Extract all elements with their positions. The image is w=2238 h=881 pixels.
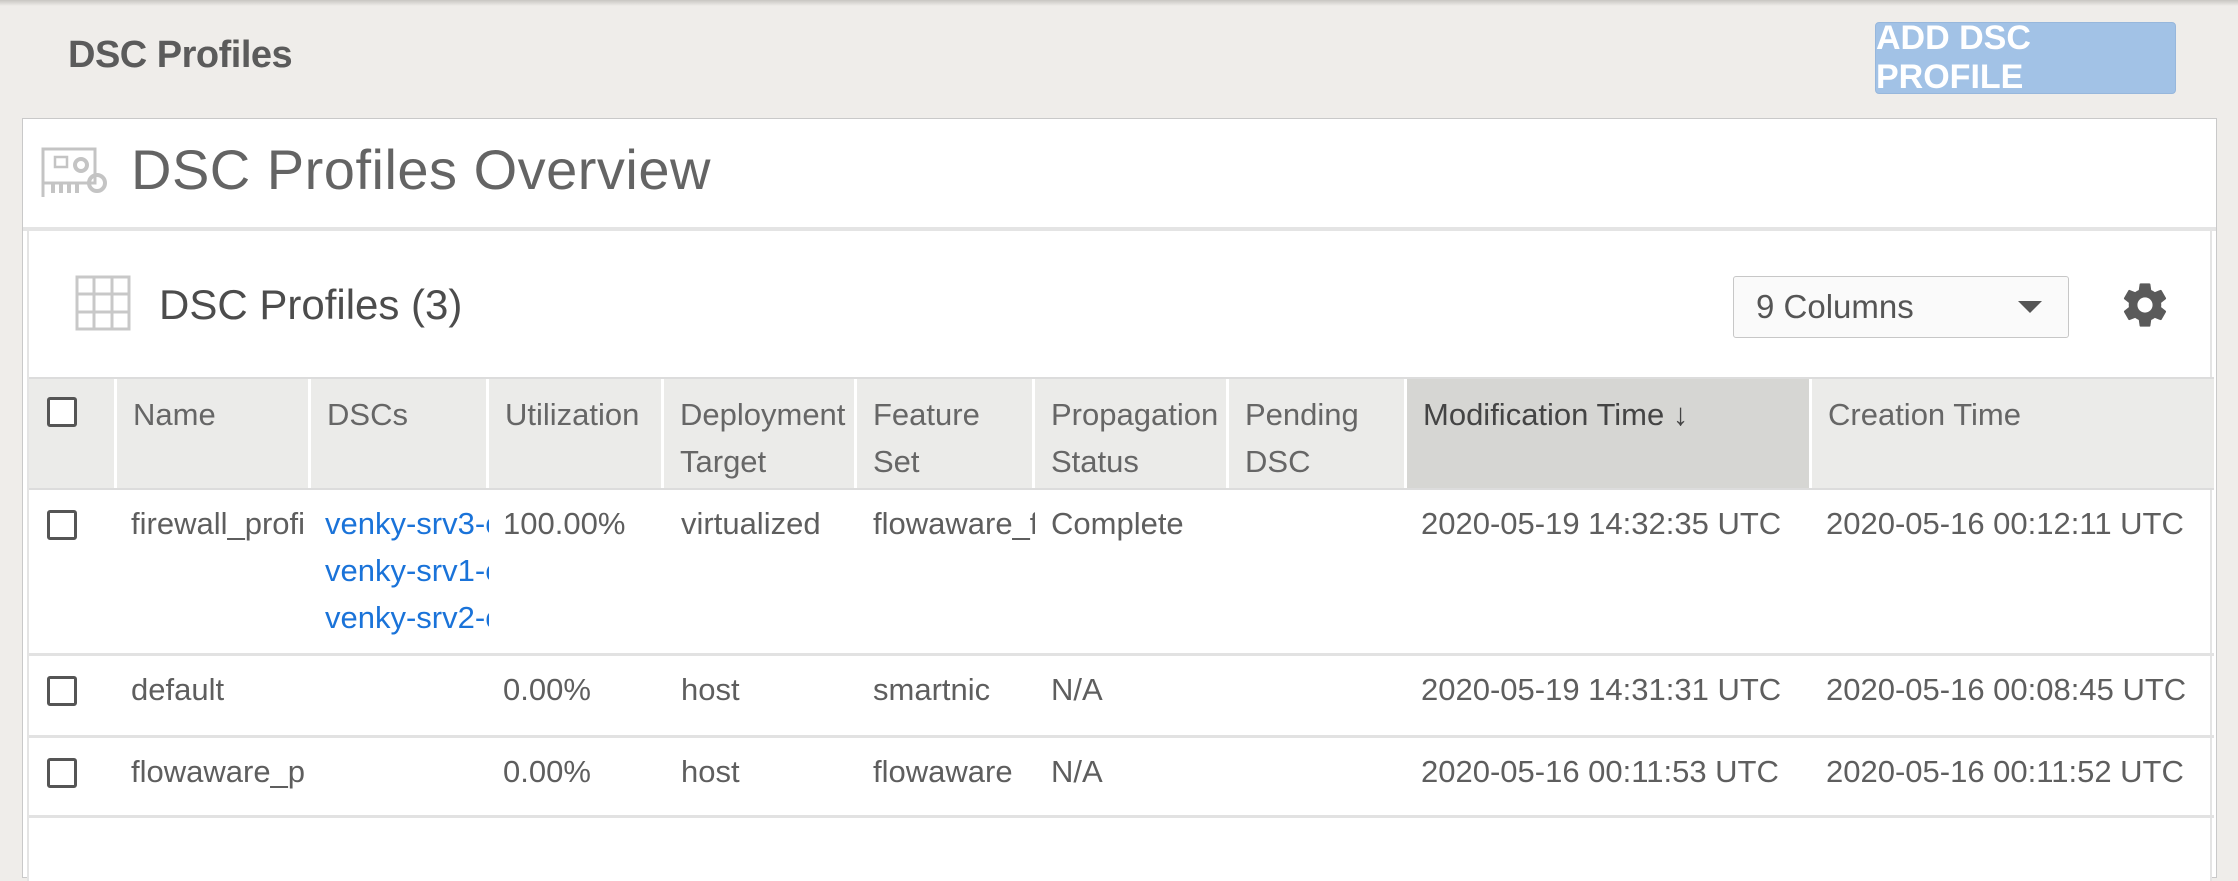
column-header-modification-time[interactable]: Modification Time ↓: [1407, 379, 1812, 488]
table-row[interactable]: default 0.00% host smartnic N/A 2020-05-…: [29, 656, 2214, 738]
cell-utilization: 0.00%: [503, 672, 591, 707]
sort-down-arrow-icon: ↓: [1672, 397, 1689, 432]
cell-creation-time: 2020-05-16 00:12:11 UTC: [1826, 506, 2184, 541]
cell-deployment-target: host: [681, 672, 740, 707]
cell-dscs: venky-srv3-oob venky-srv1-oob venky-srv2…: [325, 500, 489, 641]
cell-deployment-target: virtualized: [681, 506, 821, 541]
cell-creation-time: 2020-05-16 00:11:52 UTC: [1826, 754, 2184, 789]
dsc-link[interactable]: venky-srv1-oob: [325, 547, 489, 594]
top-shadow: [0, 0, 2238, 6]
cell-modification-time: 2020-05-19 14:31:31 UTC: [1421, 672, 1782, 707]
gear-icon[interactable]: [2119, 279, 2171, 331]
cell-feature-set: smartnic: [873, 672, 991, 707]
select-all-checkbox[interactable]: [47, 397, 77, 427]
chevron-down-icon: [2018, 301, 2042, 313]
column-header-feature-set[interactable]: Feature Set: [857, 379, 1035, 488]
cell-propagation-status: Complete: [1051, 506, 1184, 541]
header-select-cell: [29, 379, 117, 488]
cell-modification-time: 2020-05-16 00:11:53 UTC: [1421, 754, 1779, 789]
dsc-card-icon: [41, 147, 107, 197]
cell-feature-set: flowaware_firewall: [873, 506, 1035, 541]
column-header-deployment-target[interactable]: Deployment Target: [664, 379, 857, 488]
column-header-creation-time[interactable]: Creation Time: [1812, 379, 2214, 488]
dsc-link[interactable]: venky-srv3-oob: [325, 500, 489, 547]
row-checkbox[interactable]: [47, 676, 77, 706]
columns-select-value: 9 Columns: [1756, 288, 1914, 325]
overview-panel: DSC Profiles Overview DSC Profiles (3) 9…: [22, 118, 2217, 881]
cell-name: flowaware_profile: [131, 754, 307, 789]
cell-name: default: [131, 672, 225, 707]
cell-deployment-target: host: [681, 754, 740, 789]
column-header-dscs[interactable]: DSCs: [311, 379, 489, 488]
column-header-propagation-status[interactable]: Propagation Status: [1035, 379, 1229, 488]
table-title: DSC Profiles (3): [159, 281, 463, 328]
cell-propagation-status: N/A: [1051, 672, 1103, 707]
page-title: DSC Profiles: [68, 34, 293, 76]
column-header-pending-dsc[interactable]: Pending DSC: [1229, 379, 1407, 488]
cell-modification-time: 2020-05-19 14:32:35 UTC: [1421, 506, 1782, 541]
row-checkbox[interactable]: [47, 510, 77, 540]
cell-feature-set: flowaware: [873, 754, 1013, 789]
cell-name: firewall_profile: [131, 506, 307, 541]
dsc-profiles-table-card: DSC Profiles (3) 9 Columns Name DSCs Uti…: [27, 231, 2214, 881]
table-row[interactable]: firewall_profile venky-srv3-oob venky-sr…: [29, 490, 2214, 656]
table-header: Name DSCs Utilization Deployment Target …: [29, 377, 2214, 490]
columns-select[interactable]: 9 Columns: [1733, 276, 2069, 338]
cell-creation-time: 2020-05-16 00:08:45 UTC: [1826, 672, 2187, 707]
column-header-name[interactable]: Name: [117, 379, 311, 488]
cell-utilization: 0.00%: [503, 754, 591, 789]
column-header-utilization[interactable]: Utilization: [489, 379, 664, 488]
overview-title: DSC Profiles Overview: [131, 138, 711, 201]
cell-utilization: 100.00%: [503, 506, 626, 541]
cell-propagation-status: N/A: [1051, 754, 1103, 789]
row-checkbox[interactable]: [47, 758, 77, 788]
table-grid-icon: [75, 275, 131, 331]
dsc-link[interactable]: venky-srv2-oob: [325, 594, 489, 641]
add-dsc-profile-button[interactable]: ADD DSC PROFILE: [1875, 19, 2176, 96]
table-row[interactable]: flowaware_profile 0.00% host flowaware N…: [29, 738, 2214, 818]
